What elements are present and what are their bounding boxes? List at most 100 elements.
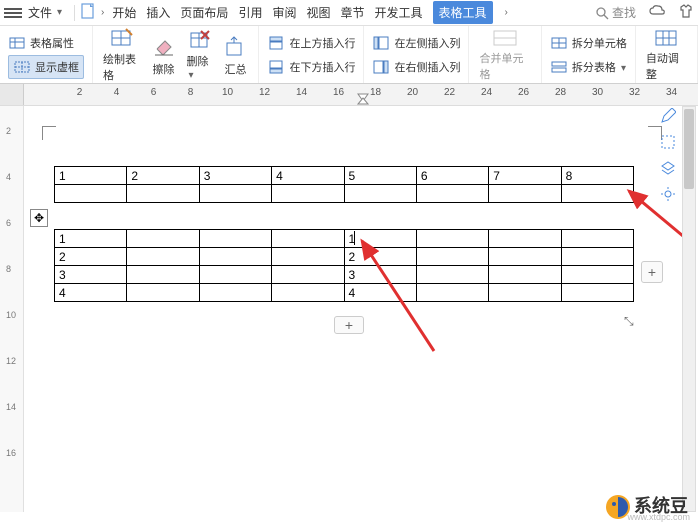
table-cell[interactable]: [416, 248, 488, 266]
table-row[interactable]: 44: [55, 284, 634, 302]
indent-marker-icon[interactable]: [357, 93, 369, 105]
document-page[interactable]: 12345678 ✥ 11223344 + + ⤡: [24, 106, 680, 512]
merge-cells-button[interactable]: 合并单元格: [477, 30, 532, 79]
table-cell[interactable]: [272, 284, 344, 302]
table-cell[interactable]: [199, 284, 271, 302]
table-cell[interactable]: 5: [344, 167, 416, 185]
autofit-button[interactable]: 自动调整: [644, 30, 689, 79]
table-cell[interactable]: 3: [55, 266, 127, 284]
chevron-right-icon[interactable]: ›: [101, 7, 104, 18]
document-icon[interactable]: [81, 3, 95, 22]
table-cell[interactable]: [272, 248, 344, 266]
tab-chapter[interactable]: 章节: [340, 4, 364, 21]
scrollbar-thumb[interactable]: [684, 109, 694, 189]
table-properties-button[interactable]: 表格属性: [8, 31, 84, 55]
table-cell[interactable]: [489, 230, 561, 248]
split-cell-button[interactable]: 拆分单元格: [550, 31, 627, 55]
table-cell[interactable]: [416, 266, 488, 284]
delete-button[interactable]: 删除▾: [184, 30, 214, 79]
table-cell[interactable]: 4: [344, 284, 416, 302]
tab-devtools[interactable]: 开发工具: [375, 4, 423, 21]
add-row-button[interactable]: +: [334, 316, 364, 334]
vertical-scrollbar[interactable]: [682, 106, 696, 512]
table-cell[interactable]: [489, 248, 561, 266]
table-cell[interactable]: 7: [489, 167, 561, 185]
insert-col-left-button[interactable]: 在左侧插入列: [372, 31, 460, 55]
table-cell[interactable]: 1: [55, 230, 127, 248]
table-cell[interactable]: [127, 230, 199, 248]
table-cell[interactable]: [344, 185, 416, 203]
cloud-icon[interactable]: [648, 4, 666, 21]
table-row[interactable]: 11: [55, 230, 634, 248]
table-cell[interactable]: [561, 266, 633, 284]
table-cell[interactable]: [416, 284, 488, 302]
table-cell[interactable]: [127, 284, 199, 302]
selection-icon[interactable]: [660, 134, 676, 150]
table-cell[interactable]: [416, 185, 488, 203]
table-cell[interactable]: 1: [55, 167, 127, 185]
table-cell[interactable]: [55, 185, 127, 203]
table-cell[interactable]: 4: [55, 284, 127, 302]
insert-row-below-button[interactable]: 在下方插入行: [267, 55, 355, 79]
table-cell[interactable]: [489, 185, 561, 203]
skin-icon[interactable]: [678, 4, 694, 21]
table-resize-handle-icon[interactable]: ⤡: [624, 314, 634, 329]
show-gridlines-button[interactable]: 显示虚框: [8, 55, 84, 79]
chevron-right-icon[interactable]: ›: [505, 7, 508, 18]
table-cell[interactable]: [127, 266, 199, 284]
table-cell[interactable]: [489, 284, 561, 302]
draw-table-button[interactable]: 绘制表格: [101, 30, 142, 79]
table-cell[interactable]: [199, 230, 271, 248]
add-column-button[interactable]: +: [641, 261, 663, 283]
table-cell[interactable]: [561, 230, 633, 248]
table-cell[interactable]: 8: [561, 167, 633, 185]
tab-layout[interactable]: 页面布局: [180, 4, 228, 21]
table-row[interactable]: 22: [55, 248, 634, 266]
file-menu[interactable]: 文件 ▾: [28, 4, 62, 21]
eraser-button[interactable]: 擦除: [148, 30, 178, 79]
table-cell[interactable]: 3: [199, 167, 271, 185]
vertical-ruler[interactable]: 246810121416: [0, 106, 24, 512]
table-cell[interactable]: [416, 230, 488, 248]
table-cell[interactable]: 3: [344, 266, 416, 284]
settings-icon[interactable]: [660, 186, 676, 202]
table-cell[interactable]: [561, 185, 633, 203]
tab-view[interactable]: 视图: [306, 4, 330, 21]
table-cell[interactable]: 2: [344, 248, 416, 266]
table-row[interactable]: 12345678: [55, 167, 634, 185]
insert-row-above-button[interactable]: 在上方插入行: [267, 31, 355, 55]
insert-col-right-button[interactable]: 在右侧插入列: [372, 55, 460, 79]
tab-reference[interactable]: 引用: [238, 4, 262, 21]
summary-button[interactable]: 汇总: [220, 30, 250, 79]
table-cell[interactable]: [199, 266, 271, 284]
tab-insert[interactable]: 插入: [146, 4, 170, 21]
table-2[interactable]: 11223344: [54, 229, 634, 302]
table-cell[interactable]: [127, 185, 199, 203]
table-cell[interactable]: [272, 185, 344, 203]
tab-start[interactable]: 开始: [112, 4, 136, 21]
table-cell[interactable]: 2: [127, 167, 199, 185]
table-row[interactable]: [55, 185, 634, 203]
search-button[interactable]: 查找: [595, 4, 636, 21]
hamburger-icon[interactable]: [4, 8, 22, 18]
tab-review[interactable]: 审阅: [272, 4, 296, 21]
table-cell[interactable]: [561, 248, 633, 266]
table-cell[interactable]: [272, 230, 344, 248]
table-cell[interactable]: [199, 248, 271, 266]
table-cell[interactable]: [561, 284, 633, 302]
table-cell[interactable]: [272, 266, 344, 284]
table-cell[interactable]: [489, 266, 561, 284]
horizontal-ruler[interactable]: 2468101214161820222426283032343638404244: [0, 84, 698, 106]
table-cell[interactable]: [199, 185, 271, 203]
layers-icon[interactable]: [660, 160, 676, 176]
table-move-handle-icon[interactable]: ✥: [30, 209, 48, 227]
table-cell[interactable]: 4: [272, 167, 344, 185]
table-row[interactable]: 33: [55, 266, 634, 284]
table-cell[interactable]: [127, 248, 199, 266]
pencil-icon[interactable]: [660, 108, 676, 124]
tab-table-tools[interactable]: 表格工具: [433, 1, 493, 24]
table-cell[interactable]: 2: [55, 248, 127, 266]
table-cell[interactable]: 6: [416, 167, 488, 185]
table-1[interactable]: 12345678: [54, 166, 634, 203]
split-table-button[interactable]: 拆分表格 ▾: [550, 55, 627, 79]
